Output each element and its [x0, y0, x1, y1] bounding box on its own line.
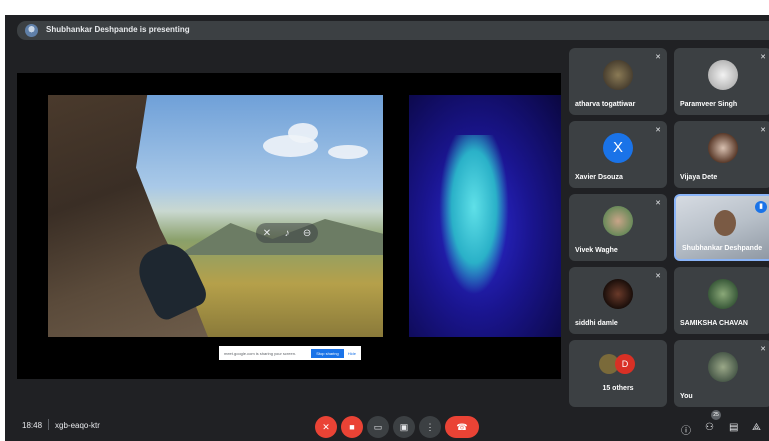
- captions-button[interactable]: ▭: [367, 416, 389, 438]
- avatar: D: [615, 354, 635, 374]
- screen-share-bar: meet.google.com is sharing your screen. …: [219, 346, 361, 360]
- presenter-avatar: [25, 24, 38, 37]
- present-button[interactable]: ▣: [393, 416, 415, 438]
- mic-off-icon: ✕: [655, 127, 661, 134]
- avatar: [708, 279, 738, 309]
- mic-off-icon: ✕: [655, 200, 661, 207]
- speaking-icon: ▮: [755, 201, 767, 213]
- participant-tile[interactable]: X ✕ Xavier Dsouza: [569, 121, 667, 188]
- camera-toggle-button[interactable]: ■: [341, 416, 363, 438]
- cam-off-icon: ■: [349, 422, 355, 432]
- avatar: X: [603, 133, 633, 163]
- avatar: [603, 206, 633, 236]
- presenting-text: Shubhankar Deshpande is presenting: [46, 25, 190, 34]
- mic-off-icon: ✕: [322, 422, 330, 432]
- presenting-banner: Shubhankar Deshpande is presenting: [17, 21, 769, 40]
- shared-screen: ✕ ♪ ⊖ meet.google.com is sharing your sc…: [17, 73, 561, 379]
- participant-tile[interactable]: ✕ atharva togattiwar: [569, 48, 667, 115]
- stop-sharing-button[interactable]: Stop sharing: [311, 348, 344, 358]
- participant-name: Xavier Dsouza: [575, 174, 623, 181]
- hide-button[interactable]: Hide: [348, 351, 356, 356]
- share-text: meet.google.com is sharing your screen.: [224, 350, 297, 356]
- participant-name: Paramveer Singh: [680, 101, 738, 108]
- presentation-overlay-controls: ✕ ♪ ⊖: [256, 223, 318, 243]
- avatar: [708, 352, 738, 382]
- scorpion: [439, 135, 509, 295]
- hiking-photo: [48, 95, 383, 337]
- avatar: [603, 279, 633, 309]
- bottom-bar: 18:48 xgb-eaqo-ktr ✕ ■ ▭ ▣ ⋮ ☎ ⓘ ⚇ 25 ▤ …: [5, 407, 769, 441]
- people-icon[interactable]: ⚇: [705, 422, 714, 433]
- leave-call-button[interactable]: ☎: [445, 416, 479, 438]
- participant-name: Shubhankar Deshpande: [682, 245, 763, 252]
- participant-tile[interactable]: ✕ Paramveer Singh: [674, 48, 769, 115]
- participant-name: You: [680, 393, 693, 400]
- mic-off-icon: ✕: [760, 54, 766, 61]
- mic-off-icon: ✕: [760, 346, 766, 353]
- end-call-icon: ☎: [456, 422, 468, 432]
- meeting-code: xgb-eaqo-ktr: [55, 421, 100, 430]
- pin-icon[interactable]: ✕: [263, 228, 271, 239]
- participant-name: Vijaya Dete: [680, 174, 718, 181]
- mic-off-icon: ✕: [655, 54, 661, 61]
- participant-tile[interactable]: SAMIKSHA CHAVAN: [674, 267, 769, 334]
- more-icon: ⋮: [425, 422, 435, 432]
- others-avatars: D: [599, 354, 639, 376]
- chat-icon[interactable]: ▤: [729, 422, 738, 433]
- participant-tile[interactable]: ✕ Vivek Waghe: [569, 194, 667, 261]
- active-speaker-tile[interactable]: ▮ Shubhankar Deshpande: [674, 194, 769, 261]
- divider: [48, 419, 49, 430]
- participant-name: Vivek Waghe: [575, 247, 618, 254]
- mic-off-icon: ✕: [655, 273, 661, 280]
- avatar: [708, 60, 738, 90]
- others-tile[interactable]: D 15 others: [569, 340, 667, 407]
- participant-name: siddhi damle: [575, 320, 618, 327]
- others-label: 15 others: [602, 385, 634, 392]
- avatar: [708, 133, 738, 163]
- speaker-face: [714, 210, 736, 236]
- participant-tile[interactable]: ✕ Vijaya Dete: [674, 121, 769, 188]
- cloud: [328, 145, 368, 159]
- self-tile[interactable]: ✕ You: [674, 340, 769, 407]
- info-icon[interactable]: ⓘ: [681, 422, 691, 437]
- scorpion-photo: [409, 95, 561, 337]
- more-options-button[interactable]: ⋮: [419, 416, 441, 438]
- participant-tile[interactable]: ✕ siddhi damle: [569, 267, 667, 334]
- mic-toggle-button[interactable]: ✕: [315, 416, 337, 438]
- activities-icon[interactable]: ⟁: [752, 422, 761, 433]
- meet-window: Shubhankar Deshpande is presenting ✕ ♪ ⊖…: [5, 15, 769, 441]
- more-icon[interactable]: ⊖: [303, 228, 311, 239]
- present-icon: ▣: [399, 422, 409, 432]
- participant-count-badge: 25: [711, 410, 721, 420]
- cloud: [288, 123, 318, 143]
- participant-name: atharva togattiwar: [575, 101, 636, 108]
- captions-icon: ▭: [373, 422, 383, 432]
- clock: 18:48: [22, 421, 43, 430]
- participant-name: SAMIKSHA CHAVAN: [680, 320, 748, 327]
- mute-icon[interactable]: ♪: [285, 228, 290, 239]
- mic-off-icon: ✕: [760, 127, 766, 134]
- avatar: [603, 60, 633, 90]
